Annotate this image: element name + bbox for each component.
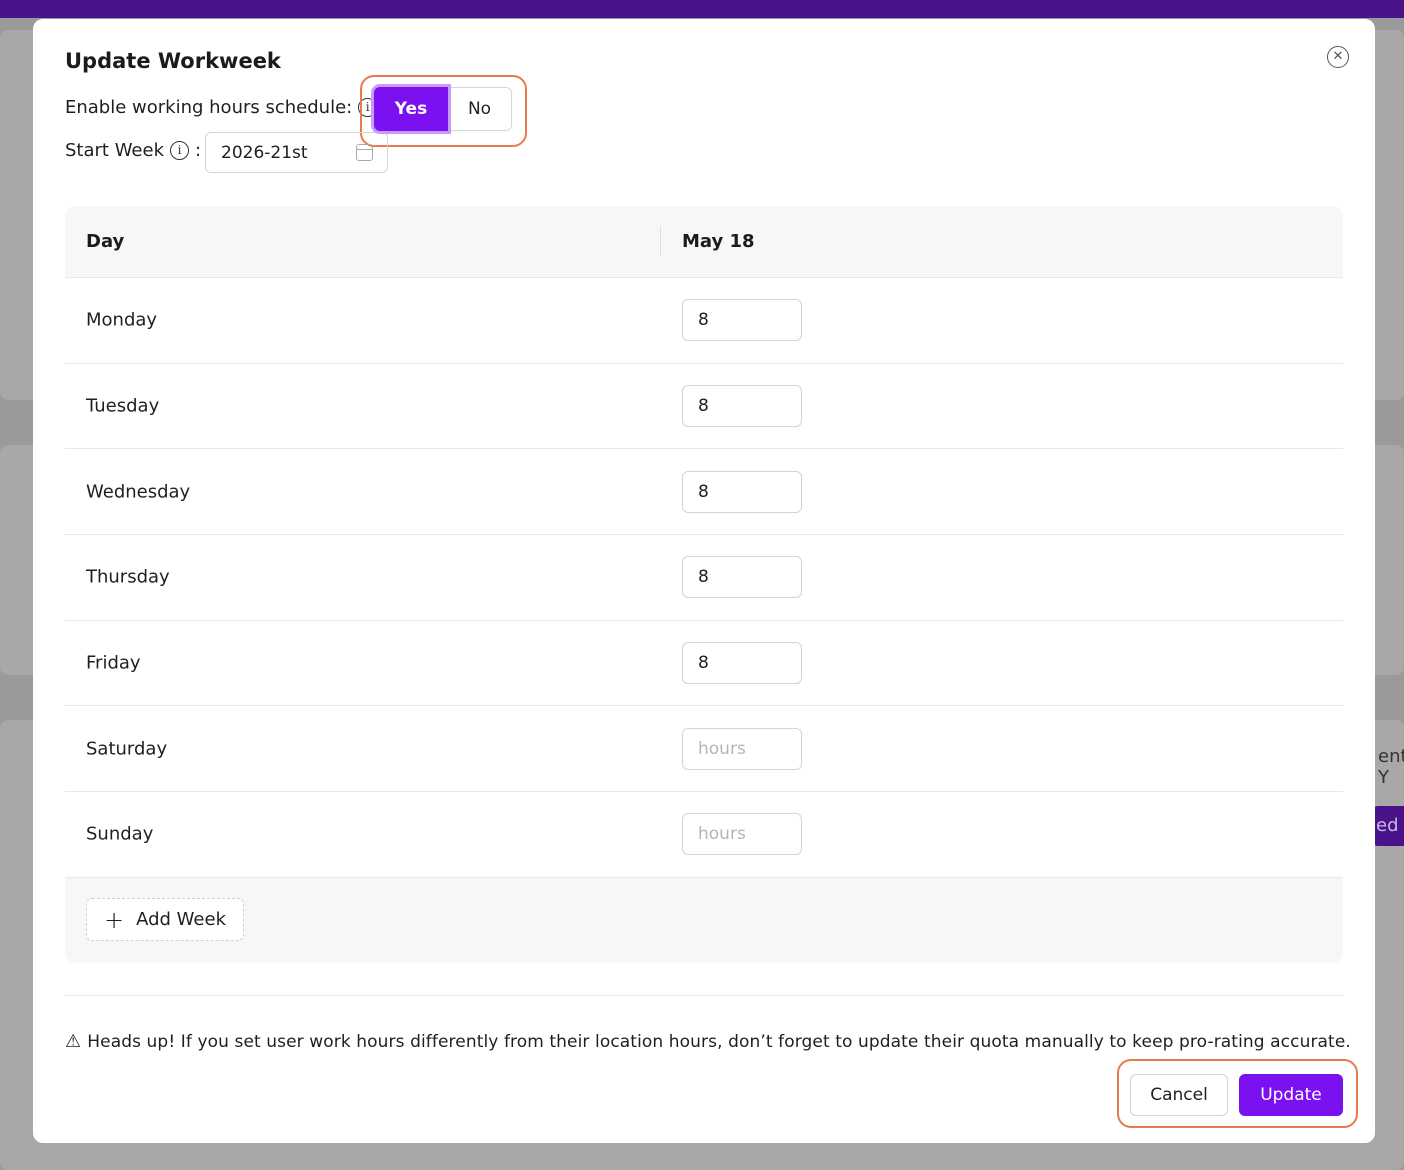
info-icon[interactable]: i: [170, 141, 190, 160]
close-icon[interactable]: ✕: [1327, 46, 1349, 68]
day-label: Wednesday: [86, 481, 191, 503]
toggle-no-button[interactable]: No: [448, 87, 512, 131]
warning-message: ⚠ Heads up! If you set user work hours d…: [65, 1031, 1351, 1052]
cancel-button[interactable]: Cancel: [1130, 1074, 1228, 1116]
hours-input-sunday[interactable]: [682, 813, 802, 856]
warning-text: Heads up! If you set user work hours dif…: [87, 1031, 1351, 1052]
hours-input-friday[interactable]: [682, 642, 802, 685]
column-divider: [660, 226, 661, 256]
background-partial-button: ed (I: [1372, 806, 1404, 846]
table-header: Day May 18: [65, 206, 1343, 278]
hours-input-thursday[interactable]: [682, 556, 802, 599]
table-row: Tuesday: [65, 363, 1343, 450]
start-week-label-row: Start Week i :: [65, 140, 201, 161]
update-workweek-modal: Update Workweek ✕ Enable working hours s…: [33, 19, 1375, 1143]
hours-input-tuesday[interactable]: [682, 385, 802, 428]
day-label: Saturday: [86, 738, 168, 760]
add-week-button[interactable]: + Add Week: [86, 898, 244, 941]
day-label: Tuesday: [86, 395, 160, 417]
schedule-toggle: Yes No: [374, 87, 512, 131]
hours-input-wednesday[interactable]: [682, 470, 802, 513]
column-header-day: Day: [86, 231, 125, 252]
warning-icon: ⚠: [65, 1031, 82, 1052]
table-row: Thursday: [65, 535, 1343, 621]
toggle-yes-button[interactable]: Yes: [374, 87, 448, 131]
column-header-week: May 18: [682, 231, 755, 252]
plus-icon: +: [104, 905, 125, 934]
enable-schedule-label-row: Enable working hours schedule: i: [65, 97, 378, 118]
table-row: Wednesday: [65, 449, 1343, 536]
background-partial-text: ent Y: [1378, 746, 1404, 788]
enable-schedule-label: Enable working hours schedule:: [65, 97, 353, 118]
hours-input-monday[interactable]: [682, 299, 802, 342]
table-row: Friday: [65, 620, 1343, 707]
modal-title: Update Workweek: [65, 49, 281, 73]
table-body: Monday Tuesday Wednesday Thursday Friday…: [65, 278, 1343, 878]
background-top-bar: [0, 0, 1404, 18]
day-label: Monday: [86, 309, 158, 331]
start-week-label: Start Week: [65, 140, 165, 161]
start-week-value: 2026-21st: [221, 142, 308, 163]
day-label: Thursday: [86, 566, 170, 588]
hours-input-saturday[interactable]: [682, 727, 802, 770]
start-week-picker[interactable]: 2026-21st: [205, 132, 388, 173]
table-row: Monday: [65, 278, 1343, 364]
update-button[interactable]: Update: [1239, 1074, 1343, 1116]
day-label: Friday: [86, 652, 141, 674]
calendar-icon: [356, 144, 373, 161]
day-label: Sunday: [86, 823, 154, 845]
add-week-label: Add Week: [136, 909, 226, 930]
start-week-colon: :: [195, 140, 202, 161]
workweek-table: Day May 18 Monday Tuesday Wednesday Thur…: [65, 206, 1343, 963]
footer-divider: [65, 995, 1343, 996]
table-row: Saturday: [65, 706, 1343, 793]
table-row: Sunday: [65, 792, 1343, 878]
